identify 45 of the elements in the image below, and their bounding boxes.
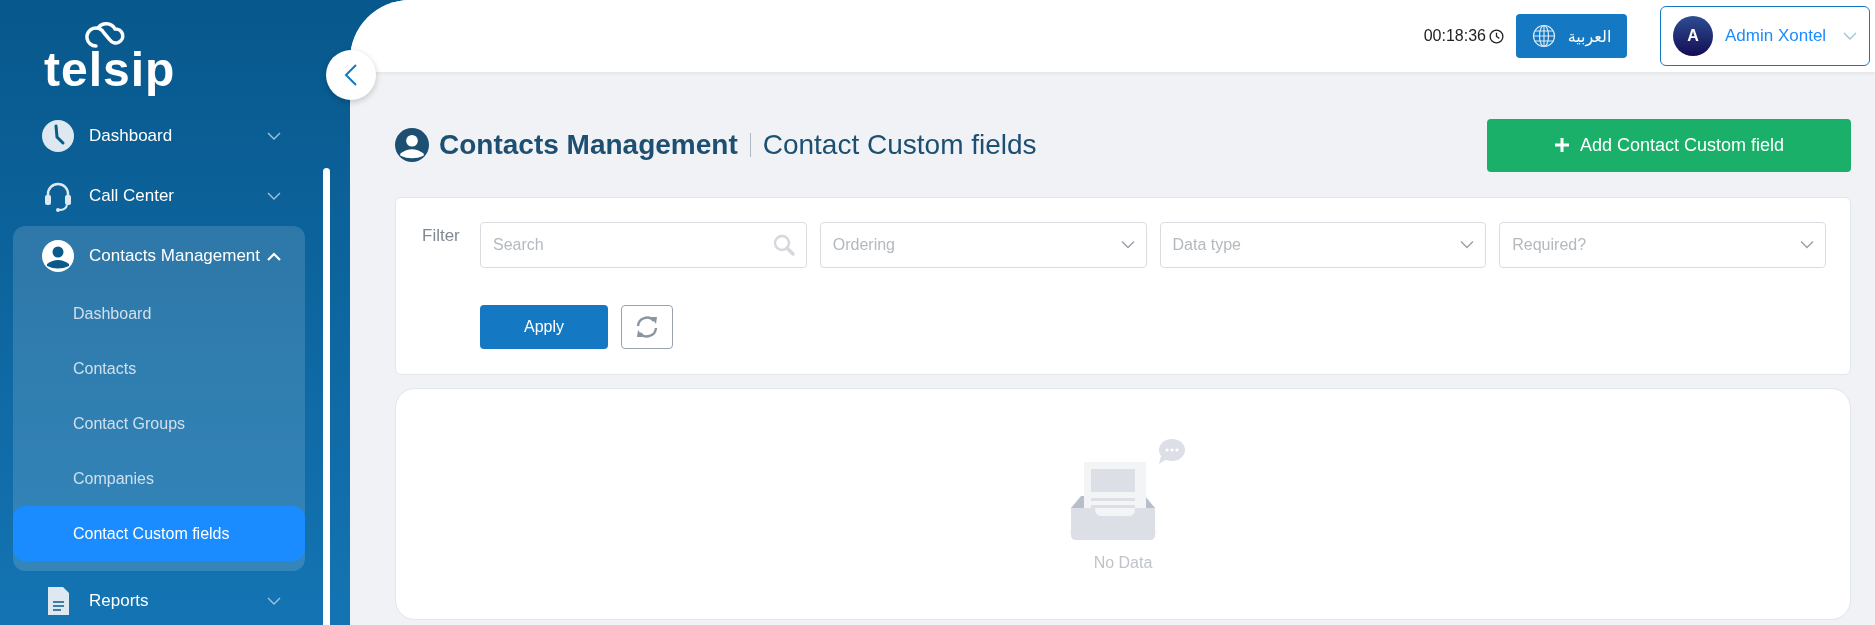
clock-icon bbox=[42, 120, 74, 152]
user-icon bbox=[42, 240, 74, 272]
nav-item[interactable]: Dashboard bbox=[13, 106, 305, 166]
session-time: 00:18:36 bbox=[1423, 27, 1486, 45]
empty-message: No Data bbox=[1093, 554, 1153, 572]
dropdown-field[interactable]: Data type bbox=[1159, 222, 1487, 268]
nav-subitem[interactable]: Contact Custom fields bbox=[13, 506, 305, 561]
user-icon bbox=[395, 128, 429, 162]
nav-subitem[interactable]: Contacts bbox=[13, 341, 305, 396]
clock-icon bbox=[1489, 28, 1504, 44]
nav-subitem[interactable]: Companies bbox=[13, 451, 305, 506]
scrollbar[interactable] bbox=[323, 168, 330, 625]
nav-item[interactable]: Contacts Management bbox=[13, 226, 305, 286]
chevron-left-icon bbox=[344, 63, 358, 87]
collapse-button[interactable] bbox=[326, 50, 376, 100]
chevron-icon bbox=[267, 191, 281, 201]
search-icon bbox=[772, 234, 795, 256]
dropdown-field[interactable]: Required? bbox=[1499, 222, 1826, 268]
plus-icon bbox=[1553, 137, 1570, 153]
chevron-icon bbox=[267, 251, 281, 261]
apply-button[interactable]: Apply bbox=[480, 305, 608, 349]
nav-subitem[interactable]: Dashboard bbox=[13, 286, 305, 341]
chevron-icon bbox=[267, 131, 281, 141]
add-button[interactable]: Add Contact Custom field bbox=[1487, 118, 1851, 172]
chevron-icon bbox=[1120, 240, 1135, 250]
refresh-icon bbox=[634, 314, 660, 340]
refresh-button[interactable] bbox=[621, 305, 673, 349]
user-name: Admin Xontel bbox=[1725, 26, 1828, 46]
dropdown-field[interactable]: Ordering bbox=[819, 222, 1147, 268]
nav-item[interactable]: Call Center bbox=[13, 166, 305, 226]
chevron-icon bbox=[1800, 240, 1814, 250]
section-title: Contacts Management bbox=[439, 129, 738, 161]
globe-icon bbox=[1531, 24, 1556, 48]
filter-label: Filter bbox=[422, 225, 461, 247]
nav-item[interactable]: Reports bbox=[13, 571, 305, 625]
search-field[interactable]: Search bbox=[480, 222, 807, 268]
user-avatar: A bbox=[1673, 16, 1713, 56]
nav-subitem[interactable]: Contact Groups bbox=[13, 396, 305, 451]
chevron-icon bbox=[1843, 31, 1857, 41]
user-menu[interactable]: A Admin Xontel bbox=[1660, 6, 1870, 66]
chevron-icon bbox=[1460, 240, 1475, 250]
language-button[interactable]: العربية bbox=[1516, 14, 1627, 58]
page-title: Contact Custom fields bbox=[762, 129, 1037, 161]
chevron-icon bbox=[267, 596, 281, 606]
headset-icon bbox=[42, 180, 74, 212]
